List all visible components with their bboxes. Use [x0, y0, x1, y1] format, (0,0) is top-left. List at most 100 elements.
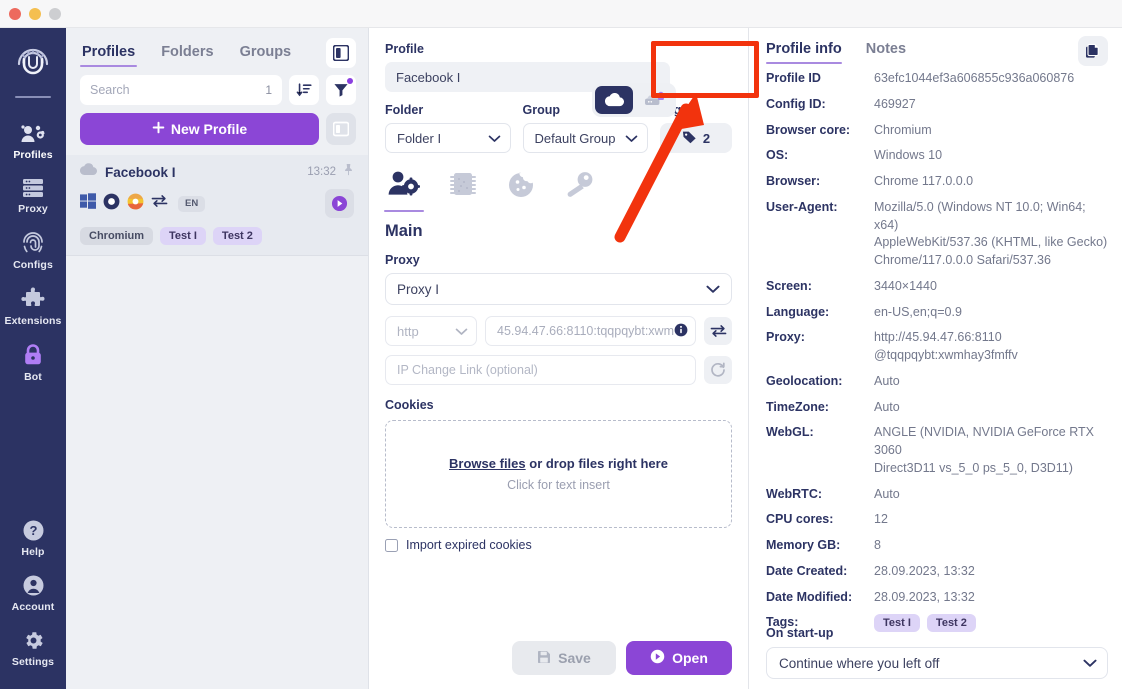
sidebar-item-configs[interactable]: Configs	[0, 222, 66, 278]
question-circle-icon: ?	[22, 519, 45, 542]
proxy-section: Proxy Proxy I http 45.94.47.66:8110:tqqp…	[369, 241, 748, 552]
profile-tag-list: Chromium Test I Test 2	[80, 227, 354, 245]
rail-bottom-items: ? Help Account Settings	[0, 510, 66, 689]
browse-files-link[interactable]: Browse files	[449, 456, 526, 471]
info-row: Browser core: Chromium	[766, 122, 1108, 140]
editor-section-tabs	[369, 153, 748, 212]
fingerprint-icon	[21, 231, 45, 255]
sort-descending-icon	[296, 83, 312, 97]
puzzle-icon	[21, 287, 45, 311]
info-row: CPU cores: 12	[766, 511, 1108, 529]
copy-button[interactable]	[1078, 36, 1108, 66]
sidebar-item-label: Proxy	[18, 203, 48, 215]
search-input[interactable]	[90, 83, 266, 97]
tab-passwords-icon[interactable]	[563, 169, 595, 212]
save-button[interactable]: Save	[512, 641, 616, 675]
filter-button[interactable]	[326, 75, 356, 105]
view-mode-button[interactable]	[326, 113, 356, 145]
tab-profile-info[interactable]: Profile info	[766, 41, 842, 66]
info-value: Chromium	[874, 122, 932, 137]
windows-icon	[80, 193, 96, 214]
profile-tag[interactable]: Test I	[160, 227, 206, 245]
search-row: 1	[66, 69, 368, 105]
proxy-address-row: http 45.94.47.66:8110:tqqpqybt:xwm	[385, 316, 732, 346]
profile-start-button[interactable]	[325, 189, 354, 218]
info-key: WebGL:	[766, 425, 814, 440]
tab-profiles[interactable]: Profiles	[80, 40, 138, 69]
profile-list-item[interactable]: Facebook I 13:32 EN Chromium Test I Test…	[66, 155, 368, 256]
folder-select[interactable]: Folder I	[385, 123, 511, 153]
proxy-scheme-select[interactable]: http	[385, 316, 477, 346]
sidebar-item-settings[interactable]: Settings	[0, 620, 66, 675]
open-button[interactable]: Open	[626, 641, 732, 675]
pin-icon[interactable]	[343, 163, 354, 181]
profile-card-meta: EN	[80, 189, 354, 218]
minimize-button[interactable]	[29, 8, 41, 20]
proxy-select[interactable]: Proxy I	[385, 273, 732, 305]
startup-select[interactable]: Continue where you left off	[766, 647, 1108, 679]
sidebar-item-label: Configs	[13, 259, 53, 271]
proxy-address-value: 45.94.47.66:8110:tqqpqybt:xwm	[497, 324, 674, 338]
import-expired-cookies-checkbox[interactable]	[385, 538, 398, 552]
new-profile-button[interactable]: New Profile	[80, 113, 319, 145]
cloud-icon	[604, 93, 624, 107]
left-nav-rail: Profiles Proxy Configs Extensions Bot ? …	[0, 28, 66, 689]
panel-layout-icon	[333, 45, 349, 61]
sidebar-item-label: Help	[21, 546, 45, 558]
sort-button[interactable]	[289, 75, 319, 105]
info-value: 8	[874, 538, 881, 552]
lock-icon	[22, 343, 44, 367]
startup-label: On start-up	[766, 626, 834, 640]
swap-arrows-icon	[710, 325, 726, 337]
chevron-down-icon	[488, 131, 501, 146]
sidebar-item-account[interactable]: Account	[0, 565, 66, 620]
plus-icon	[152, 121, 165, 137]
search-box[interactable]: 1	[80, 75, 282, 105]
close-button[interactable]	[9, 8, 21, 20]
tags-button[interactable]: 2	[660, 123, 732, 153]
profile-info-panel: Profile info Notes Profile ID 63efc1044e…	[750, 28, 1122, 689]
maximize-button[interactable]	[49, 8, 61, 20]
cookies-dropzone[interactable]: Browse files or drop files right here Cl…	[385, 420, 732, 528]
proxy-scheme-value: http	[397, 323, 419, 339]
folder-group-tags-row: Folder Folder I Group Default Group 2	[385, 103, 732, 153]
chip-icon	[450, 173, 476, 195]
dropzone-primary-text: Browse files or drop files right here	[449, 456, 668, 471]
tab-folders[interactable]: Folders	[159, 40, 215, 69]
sidebar-item-bot[interactable]: Bot	[0, 334, 66, 390]
sidebar-item-profiles[interactable]: Profiles	[0, 114, 66, 168]
info-key: Browser core:	[766, 122, 851, 137]
tab-notes[interactable]: Notes	[866, 41, 906, 66]
tab-cookies-icon[interactable]	[505, 169, 537, 212]
folder-column: Folder Folder I	[385, 103, 511, 153]
info-key: OS:	[766, 148, 789, 163]
proxy-swap-button[interactable]	[704, 317, 732, 345]
import-expired-cookies-row: Import expired cookies	[385, 538, 732, 552]
play-icon	[331, 195, 348, 212]
ip-change-link-input[interactable]: IP Change Link (optional)	[385, 355, 696, 385]
panel-layout-toggle-button[interactable]	[326, 38, 356, 68]
ip-refresh-button[interactable]	[704, 356, 732, 384]
cloud-storage-option[interactable]	[595, 86, 633, 114]
info-value: Auto	[874, 399, 900, 414]
tab-main-icon[interactable]	[384, 169, 424, 212]
info-key: Config ID:	[766, 96, 826, 111]
sidebar-item-proxy[interactable]: Proxy	[0, 168, 66, 222]
group-select[interactable]: Default Group	[522, 123, 648, 153]
editor-actions: Save Open	[512, 641, 732, 675]
sidebar-item-extensions[interactable]: Extensions	[0, 278, 66, 334]
gear-icon	[22, 629, 45, 652]
sidebar-item-help[interactable]: ? Help	[0, 510, 66, 565]
editor-top-fields: Profile Facebook I Folder Folder I Group	[369, 28, 748, 153]
chevron-down-icon	[625, 131, 638, 146]
proxy-address-input[interactable]: 45.94.47.66:8110:tqqpqybt:xwm	[485, 316, 696, 346]
local-storage-option[interactable]	[635, 86, 673, 114]
info-value: Mozilla/5.0 (Windows NT 10.0; Win64; x64…	[874, 199, 1108, 267]
profile-tag[interactable]: Chromium	[80, 227, 153, 245]
info-key: CPU cores:	[766, 512, 834, 527]
tab-groups[interactable]: Groups	[238, 40, 294, 69]
profile-tag[interactable]: Test 2	[212, 227, 262, 245]
tab-hardware-icon[interactable]	[447, 169, 479, 212]
info-icon[interactable]	[674, 323, 688, 340]
proxy-value: Proxy I	[397, 281, 440, 297]
